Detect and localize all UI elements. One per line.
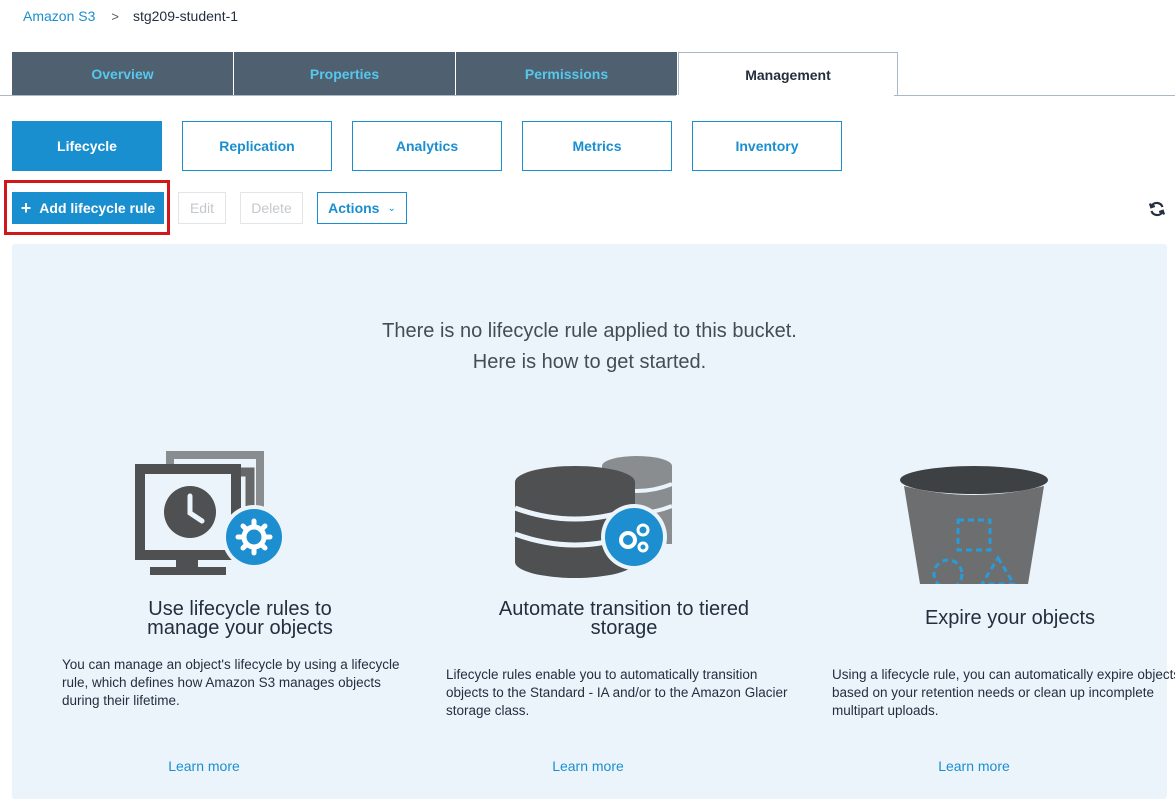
feature-tiered-storage: Automate transition to tiered storage Li…: [444, 449, 804, 720]
feature-title-line-2: storage: [590, 617, 658, 639]
add-lifecycle-rule-label: Add lifecycle rule: [39, 200, 156, 216]
feature-title-line-2: manage your objects: [147, 617, 333, 639]
feature-title: Expire your objects: [830, 584, 1175, 646]
tab-management[interactable]: Management: [678, 52, 898, 96]
tab-divider: [0, 95, 1175, 96]
feature-description: Using a lifecycle rule, you can automati…: [832, 667, 1175, 718]
tab-properties[interactable]: Properties: [234, 52, 455, 95]
feature-title: Use lifecycle rules to manage your objec…: [60, 584, 420, 646]
plus-icon: +: [20, 198, 32, 218]
subtab-lifecycle[interactable]: Lifecycle: [12, 121, 162, 171]
tab-overview[interactable]: Overview: [12, 52, 233, 95]
feature-manage-objects: Use lifecycle rules to manage your objec…: [60, 449, 420, 710]
tab-divider-gap: [676, 95, 894, 96]
add-lifecycle-rule-button[interactable]: + Add lifecycle rule: [12, 192, 164, 224]
feature-expire-objects: Expire your objects Using a lifecycle ru…: [830, 449, 1175, 720]
learn-more-link-manage[interactable]: Learn more: [24, 758, 384, 774]
feature-description: Lifecycle rules enable you to automatica…: [446, 667, 788, 718]
empty-state-line-2: Here is how to get started.: [472, 351, 707, 373]
breadcrumb: Amazon S3 > stg209-student-1: [23, 8, 238, 24]
breadcrumb-amazon-s3-link[interactable]: Amazon S3: [23, 8, 95, 24]
subtab-analytics[interactable]: Analytics: [352, 121, 502, 171]
empty-state-message: There is no lifecycle rule applied to th…: [12, 316, 1167, 378]
storage-tiers-gear-icon: [514, 456, 673, 578]
delete-button[interactable]: Delete: [240, 192, 303, 224]
learn-more-link-expire[interactable]: Learn more: [794, 758, 1154, 774]
empty-state-line-1: There is no lifecycle rule applied to th…: [382, 320, 797, 342]
main-tabs: Overview Properties Permissions Manageme…: [12, 52, 899, 96]
actions-label: Actions: [328, 200, 380, 216]
feature-title: Automate transition to tiered storage: [444, 584, 804, 646]
edit-button[interactable]: Edit: [178, 192, 226, 224]
breadcrumb-separator: >: [111, 8, 119, 24]
feature-title-line-1: Expire your objects: [924, 607, 1096, 629]
chevron-down-icon: ⌄: [387, 202, 396, 214]
learn-more-link-transition[interactable]: Learn more: [408, 758, 768, 774]
bucket-objects-icon: [900, 466, 1048, 584]
actions-dropdown-button[interactable]: Actions ⌄: [317, 192, 407, 224]
feature-description: You can manage an object's lifecycle by …: [62, 657, 400, 708]
management-sub-tabs: Lifecycle Replication Analytics Metrics …: [12, 121, 862, 171]
subtab-metrics[interactable]: Metrics: [522, 121, 672, 171]
breadcrumb-current-bucket: stg209-student-1: [132, 8, 239, 24]
tab-permissions[interactable]: Permissions: [456, 52, 677, 95]
monitor-clock-gear-icon: [135, 451, 286, 575]
subtab-inventory[interactable]: Inventory: [692, 121, 842, 171]
refresh-icon[interactable]: [1147, 199, 1167, 219]
lifecycle-empty-state-panel: There is no lifecycle rule applied to th…: [12, 244, 1175, 799]
subtab-replication[interactable]: Replication: [182, 121, 332, 171]
